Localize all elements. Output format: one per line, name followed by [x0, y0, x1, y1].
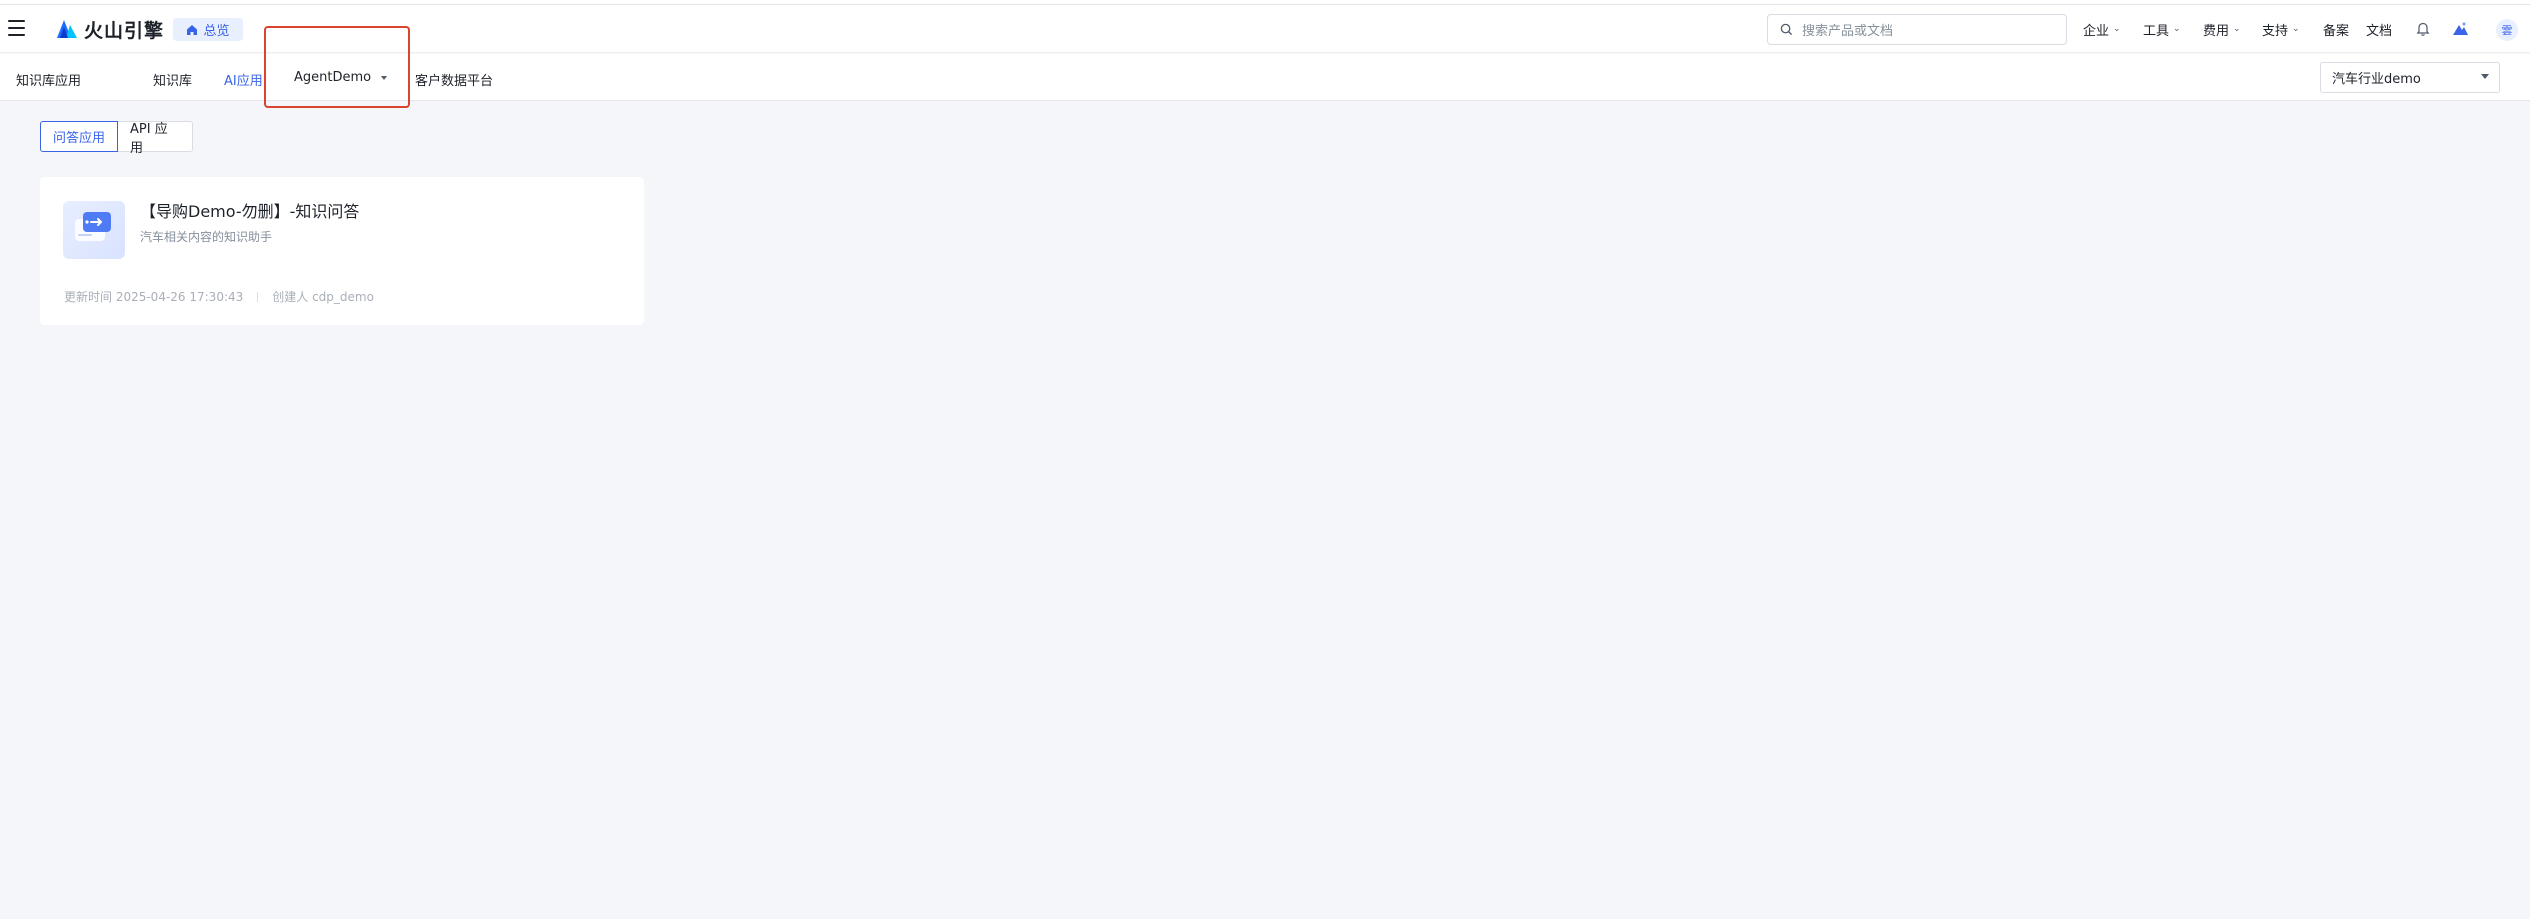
updated-time: 更新时间 2025-04-26 17:30:43 — [64, 290, 244, 304]
menu-tools-label: 工具 — [2143, 23, 2170, 39]
home-icon — [187, 24, 198, 35]
agentdemo-label: AgentDemo — [294, 70, 372, 85]
section-title: 知识库应用 — [16, 74, 82, 89]
overview-label: 总览 — [203, 24, 230, 39]
link-filing[interactable]: 备案 — [2323, 5, 2349, 53]
menu-billing-label: 费用 — [2203, 23, 2230, 39]
secondary-navigation: 知识库应用 知识库 AI应用 AgentDemo 客户数据平台 汽车行业demo — [0, 54, 2530, 101]
app-card-meta: 更新时间 2025-04-26 17:30:43 创建人 cdp_demo — [64, 288, 374, 305]
menu-tools[interactable]: 工具 ⌄ — [2143, 5, 2181, 53]
overview-button[interactable]: 总览 — [173, 18, 243, 41]
tab-qa-apps[interactable]: 问答应用 — [40, 121, 118, 152]
tab-api-apps[interactable]: API 应用 — [118, 121, 193, 156]
subnav-item-knowledge-base[interactable]: 知识库 — [153, 70, 192, 89]
menu-billing[interactable]: 费用 ⌄ — [2203, 5, 2241, 53]
mountain-theme-icon[interactable] — [2450, 19, 2470, 39]
menu-enterprise[interactable]: 企业 ⌄ — [2083, 5, 2121, 53]
chevron-down-icon: ⌄ — [2233, 24, 2241, 34]
menu-enterprise-label: 企业 — [2083, 23, 2110, 39]
app-card-title: 【导购Demo-勿删】-知识问答 — [140, 202, 360, 221]
top-navigation-bar: 火山引擎 总览 搜索产品或文档 企业 ⌄ 工具 ⌄ 费用 ⌄ 支持 ⌄ 备案 文档 — [0, 5, 2530, 53]
search-placeholder: 搜索产品或文档 — [1802, 24, 1894, 39]
search-input[interactable]: 搜索产品或文档 — [1767, 14, 2067, 45]
chevron-down-icon: ⌄ — [2113, 24, 2121, 34]
user-avatar[interactable]: 雲 — [2496, 19, 2518, 41]
subnav-item-ai-apps[interactable]: AI应用 — [224, 70, 263, 89]
menu-icon[interactable] — [8, 20, 26, 36]
brand-logo[interactable]: 火山引擎 — [56, 17, 165, 42]
caret-down-icon — [381, 75, 388, 80]
space-select[interactable]: 汽车行业demo — [2320, 62, 2500, 93]
menu-support[interactable]: 支持 ⌄ — [2262, 5, 2300, 53]
creator: 创建人 cdp_demo — [272, 290, 374, 304]
notification-bell-icon[interactable] — [2413, 19, 2433, 39]
link-docs-label: 文档 — [2366, 23, 2393, 39]
app-type-tabs: 问答应用 API 应用 — [40, 121, 193, 156]
chevron-down-icon: ⌄ — [2292, 24, 2300, 34]
app-card-description: 汽车相关内容的知识助手 — [140, 230, 273, 244]
chat-app-icon — [63, 201, 125, 259]
volcano-logo-icon — [57, 20, 77, 38]
divider — [257, 291, 259, 302]
search-icon — [1780, 23, 1793, 36]
menu-support-label: 支持 — [2262, 23, 2289, 39]
link-filing-label: 备案 — [2323, 23, 2350, 39]
app-card[interactable]: 【导购Demo-勿删】-知识问答 汽车相关内容的知识助手 更新时间 2025-0… — [40, 177, 644, 325]
subnav-item-cdp[interactable]: 客户数据平台 — [415, 70, 493, 89]
link-docs[interactable]: 文档 — [2366, 5, 2392, 53]
subnav-item-agentdemo[interactable]: AgentDemo — [294, 70, 388, 85]
caret-down-icon — [2481, 74, 2489, 79]
space-select-value: 汽车行业demo — [2332, 72, 2421, 87]
brand-name: 火山引擎 — [84, 19, 165, 42]
chevron-down-icon: ⌄ — [2173, 24, 2181, 34]
